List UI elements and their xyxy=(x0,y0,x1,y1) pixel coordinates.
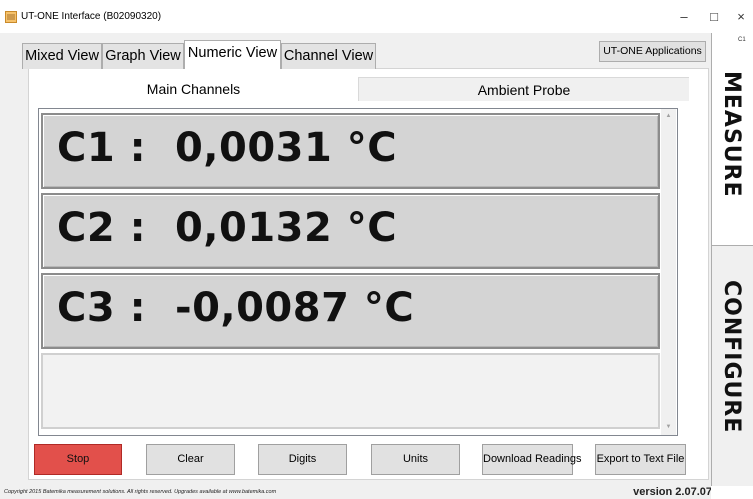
window-title: UT-ONE Interface (B02090320) xyxy=(21,11,162,22)
download-readings-button[interactable]: Download Readings xyxy=(482,444,581,475)
stop-button[interactable]: Stop xyxy=(34,444,122,475)
version-text: version 2.07.07 xyxy=(633,486,712,498)
tab-measure[interactable]: C1 MEASURE xyxy=(711,33,753,245)
title-bar: UT-ONE Interface (B02090320) – □ × xyxy=(0,0,753,33)
ut-one-applications-button[interactable]: UT-ONE Applications xyxy=(599,41,706,62)
vertical-scrollbar[interactable]: ▲ ▼ xyxy=(661,109,676,435)
tab-numeric-view[interactable]: Numeric View xyxy=(184,40,281,69)
scroll-down-icon[interactable]: ▼ xyxy=(661,420,676,435)
digits-button[interactable]: Digits xyxy=(258,444,347,475)
close-button[interactable]: × xyxy=(731,8,751,26)
channel-reading: C1 : 0,0031 °C xyxy=(57,125,398,171)
channel-row-c2: C2 : 0,0132 °C xyxy=(41,193,660,269)
tab-graph-view[interactable]: Graph View xyxy=(102,43,184,69)
measure-label: MEASURE xyxy=(719,71,744,198)
channel-row-c1: C1 : 0,0031 °C xyxy=(41,113,660,189)
minimize-button[interactable]: – xyxy=(674,8,694,26)
tab-configure[interactable]: CONFIGURE xyxy=(711,245,753,486)
units-button[interactable]: Units xyxy=(371,444,460,475)
clear-button[interactable]: Clear xyxy=(146,444,235,475)
subtab-main-channels[interactable]: Main Channels xyxy=(29,77,358,101)
channel-badge: C1 xyxy=(738,37,746,43)
export-to-text-file-button[interactable]: Export to Text File xyxy=(595,444,686,475)
app-main: Mixed View Graph View Numeric View Chann… xyxy=(0,33,712,499)
channel-row-c3: C3 : -0,0087 °C xyxy=(41,273,660,349)
configure-label: CONFIGURE xyxy=(719,280,744,434)
scroll-up-icon[interactable]: ▲ xyxy=(661,109,676,124)
channel-reading: C2 : 0,0132 °C xyxy=(57,205,398,251)
subtab-ambient-probe[interactable]: Ambient Probe xyxy=(358,77,689,101)
maximize-button[interactable]: □ xyxy=(704,8,724,26)
tab-mixed-view[interactable]: Mixed View xyxy=(22,43,102,69)
channel-reading: C3 : -0,0087 °C xyxy=(57,285,415,331)
copyright-text: Copyright 2015 Batemika measurement solu… xyxy=(4,489,277,495)
channel-row-empty xyxy=(41,353,660,429)
side-panel: C1 MEASURE CONFIGURE xyxy=(711,33,753,499)
tab-channel-view[interactable]: Channel View xyxy=(281,43,376,69)
app-logo-icon xyxy=(5,10,17,23)
